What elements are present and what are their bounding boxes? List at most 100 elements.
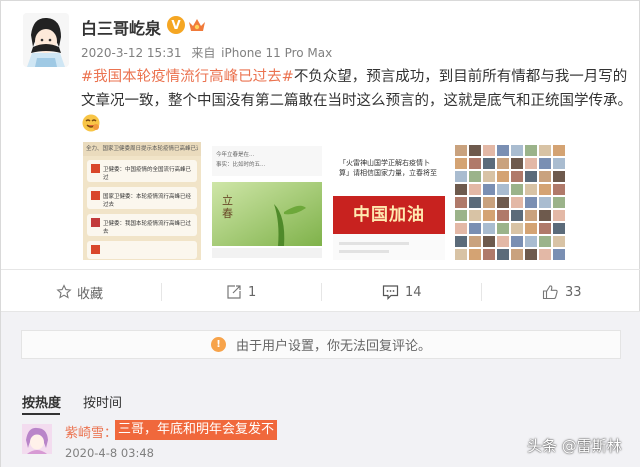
- image1-item: 卫健委：我国本轮疫情流行高峰已过去: [103, 221, 192, 235]
- avatar-thumbnail: [497, 236, 509, 247]
- avatar-thumbnail: [511, 145, 523, 156]
- avatar-thumbnail: [511, 158, 523, 169]
- avatar-thumbnail: [525, 158, 537, 169]
- post-username[interactable]: 白三哥屹泉: [81, 15, 161, 39]
- avatar-thumbnail: [539, 145, 551, 156]
- avatar-thumbnail: [469, 223, 481, 234]
- image1-header: 全力、国家卫健委周日提示本轮疫情已高峰已过去: [86, 146, 198, 152]
- avatar-thumbnail: [497, 210, 509, 221]
- avatar-thumbnail: [539, 249, 551, 260]
- star-icon: [56, 284, 72, 299]
- avatar-thumbnail: [511, 171, 523, 182]
- commenter-avatar[interactable]: [22, 424, 52, 454]
- avatar-thumbnail: [483, 171, 495, 182]
- member-crown-icon: [187, 16, 207, 34]
- post-content: #我国本轮疫情流行高峰已过去#不负众望，预言成功，到目前所有情都与我一月写的文章…: [81, 65, 635, 141]
- avatar-thumbnail: [455, 197, 467, 208]
- post-image-2[interactable]: 立春 今年立春是在... 事实：比如时的五...: [208, 142, 326, 260]
- avatar-thumbnail: [455, 145, 467, 156]
- avatar-thumbnail: [525, 197, 537, 208]
- avatar-thumbnail: [539, 184, 551, 195]
- avatar-thumbnail: [511, 197, 523, 208]
- post-image-4[interactable]: [452, 142, 570, 260]
- avatar-thumbnail: [539, 158, 551, 169]
- avatar-thumbnail: [525, 223, 537, 234]
- info-icon: !: [210, 337, 226, 352]
- image3-banner: 中国加油: [353, 205, 425, 225]
- comment-author[interactable]: 紫崎雪：: [65, 422, 117, 441]
- watermark: 头条 @雷斯林: [527, 437, 622, 455]
- post-source[interactable]: iPhone 11 Pro Max: [221, 46, 332, 60]
- repost-button[interactable]: 1: [226, 278, 256, 306]
- favorite-button[interactable]: 收藏: [56, 278, 103, 306]
- comment-text: 三哥，年底和明年会复发不: [115, 420, 278, 440]
- avatar-thumbnail: [539, 197, 551, 208]
- avatar-thumbnail: [525, 236, 537, 247]
- avatar-thumbnail: [497, 184, 509, 195]
- avatar-thumbnail: [469, 236, 481, 247]
- avatar-thumbnail: [483, 184, 495, 195]
- repost-icon: [227, 285, 241, 299]
- avatar-thumbnail: [553, 184, 565, 195]
- verified-icon: V: [167, 16, 185, 34]
- avatar-thumbnail: [483, 197, 495, 208]
- post-time[interactable]: 2020-3-12 15:31: [81, 46, 182, 60]
- avatar-thumbnail: [525, 249, 537, 260]
- avatar-thumbnail: [553, 158, 565, 169]
- action-separator: [161, 283, 162, 301]
- avatar-thumbnail: [497, 223, 509, 234]
- image2-line: 事实：比如时的五...: [216, 162, 266, 168]
- avatar-thumbnail: [553, 223, 565, 234]
- user-avatar[interactable]: [23, 13, 69, 67]
- sort-by-hot-tab[interactable]: 按热度: [22, 392, 61, 411]
- avatar-thumbnail: [455, 171, 467, 182]
- post-meta: 2020-3-12 15:31 来自 iPhone 11 Pro Max: [81, 44, 338, 61]
- avatar-thumbnail: [483, 158, 495, 169]
- avatar-thumbnail: [469, 210, 481, 221]
- avatar-thumbnail: [553, 210, 565, 221]
- comment-author-name[interactable]: 紫崎雪: [65, 426, 104, 441]
- avatar-thumbnail: [511, 236, 523, 247]
- avatar-thumbnail: [455, 158, 467, 169]
- avatar-thumbnail: [539, 223, 551, 234]
- avatar-thumbnail: [497, 171, 509, 182]
- actions-divider: [1, 269, 640, 270]
- avatar-thumbnail: [511, 223, 523, 234]
- like-button[interactable]: 33: [542, 278, 582, 306]
- avatar-thumbnail: [469, 249, 481, 260]
- comment-time: 2020-4-8 03:48: [65, 446, 154, 460]
- action-separator: [321, 283, 322, 301]
- comment-icon: [382, 285, 399, 300]
- avatar-thumbnail: [539, 210, 551, 221]
- sort-by-time-tab[interactable]: 按时间: [83, 392, 122, 411]
- repost-count: 1: [248, 284, 257, 300]
- avatar-thumbnail: [483, 210, 495, 221]
- avatar-thumbnail: [525, 210, 537, 221]
- weibo-post-card: 白三哥屹泉 V 2020-3-12 15:31 来自 iPhone 11 Pro…: [0, 0, 640, 467]
- avatar-thumbnail: [469, 184, 481, 195]
- post-image-1[interactable]: 全力、国家卫健委周日提示本轮疫情已高峰已过去 卫健委：中国疫情的全国流行高峰已过…: [83, 142, 201, 260]
- avatar-thumbnail: [511, 249, 523, 260]
- comment-button[interactable]: 14: [382, 278, 422, 306]
- notice-text: 由于用户设置，你无法回复评论。: [235, 339, 431, 354]
- avatar-thumbnail: [455, 223, 467, 234]
- avatar-thumbnail: [469, 171, 481, 182]
- action-separator: [481, 283, 482, 301]
- avatar-thumbnail: [483, 223, 495, 234]
- avatar-thumbnail: [525, 171, 537, 182]
- avatar-thumbnail: [455, 249, 467, 260]
- post-source-prefix: 来自: [191, 46, 216, 60]
- avatar-thumbnail: [483, 249, 495, 260]
- avatar-thumbnail: [553, 197, 565, 208]
- avatar-thumbnail: [553, 236, 565, 247]
- post-image-3[interactable]: 「火雷神山国学正解右疫情卜算」请相信国家力量，立春将至 中国加油: [333, 142, 445, 260]
- thumbs-up-icon: [542, 285, 558, 300]
- image2-line: 今年立春是在...: [216, 152, 255, 158]
- active-tab-indicator: [22, 413, 60, 415]
- avatar-thumbnail: [469, 197, 481, 208]
- avatar-thumbnail: [525, 145, 537, 156]
- avatar-thumbnail: [553, 145, 565, 156]
- avatar-thumbnail: [483, 236, 495, 247]
- topic-link[interactable]: #我国本轮疫情流行高峰已过去#: [81, 69, 294, 85]
- image1-item: 国家卫健委：本轮疫情流行高峰已经过去: [103, 194, 192, 208]
